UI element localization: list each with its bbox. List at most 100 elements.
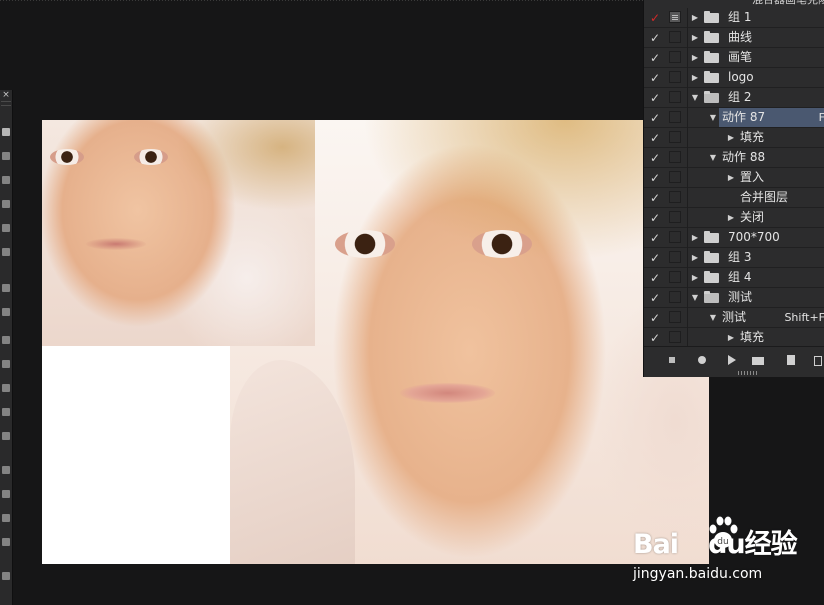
toggle-dialog-icon[interactable] bbox=[669, 91, 681, 103]
action-name-cell[interactable]: 画笔 bbox=[725, 48, 824, 67]
toggle-dialog-icon[interactable] bbox=[669, 251, 681, 263]
action-name-cell[interactable]: 测试 Shift+F bbox=[719, 308, 824, 327]
action-row[interactable]: ✓ ▶ 画笔 bbox=[644, 48, 824, 68]
disclosure-expanded-icon[interactable]: ▼ bbox=[708, 112, 718, 124]
pen-tool-icon[interactable] bbox=[2, 466, 10, 474]
toggle-item-checkmark-icon[interactable]: ✓ bbox=[648, 290, 662, 306]
panel-grip[interactable] bbox=[1, 101, 11, 106]
action-name-cell[interactable]: 关闭 bbox=[737, 208, 824, 227]
action-name-cell[interactable]: 组 4 bbox=[725, 268, 824, 287]
toggle-dialog-icon[interactable] bbox=[669, 151, 681, 163]
disclosure-collapsed-icon[interactable]: ▶ bbox=[726, 172, 736, 184]
disclosure-collapsed-icon[interactable]: ▶ bbox=[690, 32, 700, 44]
action-row[interactable]: ✓ ▶ 关闭 bbox=[644, 208, 824, 228]
toggle-dialog-icon[interactable] bbox=[669, 211, 681, 223]
toggle-item-checkmark-icon[interactable]: ✓ bbox=[648, 30, 662, 46]
action-row[interactable]: ✓ ▼ 动作 87 F bbox=[644, 108, 824, 128]
action-name-cell[interactable]: 动作 87 F bbox=[719, 108, 824, 127]
action-name-cell[interactable]: logo bbox=[725, 68, 824, 87]
resize-grip[interactable] bbox=[738, 371, 758, 375]
action-row[interactable]: ✓ 合并图层 bbox=[644, 188, 824, 208]
document-canvas[interactable] bbox=[42, 120, 709, 564]
blur-tool-icon[interactable] bbox=[2, 432, 10, 440]
disclosure-collapsed-icon[interactable]: ▶ bbox=[690, 52, 700, 64]
toggle-dialog-icon[interactable] bbox=[669, 131, 681, 143]
toggle-item-checkmark-icon[interactable]: ✓ bbox=[648, 10, 662, 26]
disclosure-collapsed-icon[interactable]: ▶ bbox=[690, 232, 700, 244]
stop-icon[interactable] bbox=[665, 353, 679, 367]
trash-icon[interactable] bbox=[811, 353, 824, 367]
gradient-tool-icon[interactable] bbox=[2, 408, 10, 416]
action-row[interactable]: ✓ ▶ 组 3 bbox=[644, 248, 824, 268]
toggle-dialog-icon[interactable] bbox=[669, 311, 681, 323]
brush-tool-icon[interactable] bbox=[2, 308, 10, 316]
action-name-cell[interactable]: 置入 bbox=[737, 168, 824, 187]
disclosure-collapsed-icon[interactable]: ▶ bbox=[690, 12, 700, 24]
toggle-item-checkmark-icon[interactable]: ✓ bbox=[648, 70, 662, 86]
action-row[interactable]: ✓ ▼ 动作 88 bbox=[644, 148, 824, 168]
action-row[interactable]: ✓ ▶ 曲线 bbox=[644, 28, 824, 48]
action-name-cell[interactable]: 动作 88 bbox=[719, 148, 824, 167]
toggle-item-checkmark-icon[interactable]: ✓ bbox=[648, 90, 662, 106]
toggle-item-checkmark-icon[interactable]: ✓ bbox=[648, 230, 662, 246]
action-name-cell[interactable]: 组 1 bbox=[725, 8, 824, 27]
marquee-tool-icon[interactable] bbox=[2, 152, 10, 160]
toggle-item-checkmark-icon[interactable]: ✓ bbox=[648, 130, 662, 146]
history-brush-tool-icon[interactable] bbox=[2, 360, 10, 368]
eraser-tool-icon[interactable] bbox=[2, 384, 10, 392]
move-tool-icon[interactable] bbox=[2, 128, 10, 136]
action-row[interactable]: ✓ ▼ 测试 bbox=[644, 288, 824, 308]
action-name-cell[interactable]: 700*700 bbox=[725, 228, 824, 247]
record-icon[interactable] bbox=[695, 353, 709, 367]
toggle-item-checkmark-icon[interactable]: ✓ bbox=[648, 270, 662, 286]
play-icon[interactable] bbox=[724, 353, 738, 367]
lasso-tool-icon[interactable] bbox=[2, 176, 10, 184]
action-row[interactable]: ✓ ▶ 组 4 bbox=[644, 268, 824, 288]
toggle-item-checkmark-icon[interactable]: ✓ bbox=[648, 50, 662, 66]
healing-brush-tool-icon[interactable] bbox=[2, 284, 10, 292]
toggle-item-checkmark-icon[interactable]: ✓ bbox=[648, 110, 662, 126]
toggle-dialog-icon[interactable] bbox=[669, 171, 681, 183]
toggle-item-checkmark-icon[interactable]: ✓ bbox=[648, 190, 662, 206]
toggle-item-checkmark-icon[interactable]: ✓ bbox=[648, 330, 662, 346]
hand-tool-icon[interactable] bbox=[2, 572, 10, 580]
clone-stamp-tool-icon[interactable] bbox=[2, 336, 10, 344]
action-row[interactable]: ✓ ▼ 组 2 bbox=[644, 88, 824, 108]
action-name-cell[interactable]: 测试 bbox=[725, 288, 824, 307]
disclosure-expanded-icon[interactable]: ▼ bbox=[690, 292, 700, 304]
path-select-tool-icon[interactable] bbox=[2, 514, 10, 522]
disclosure-collapsed-icon[interactable]: ▶ bbox=[726, 132, 736, 144]
action-name-cell[interactable]: 曲线 bbox=[725, 28, 824, 47]
shape-tool-icon[interactable] bbox=[2, 538, 10, 546]
action-row[interactable]: ✓ ▶ logo bbox=[644, 68, 824, 88]
toggle-dialog-icon[interactable] bbox=[669, 11, 681, 23]
toggle-dialog-icon[interactable] bbox=[669, 51, 681, 63]
disclosure-collapsed-icon[interactable]: ▶ bbox=[690, 72, 700, 84]
toggle-item-checkmark-icon[interactable]: ✓ bbox=[648, 210, 662, 226]
toggle-dialog-icon[interactable] bbox=[669, 271, 681, 283]
new-action-icon[interactable] bbox=[784, 353, 798, 367]
toggle-item-checkmark-icon[interactable]: ✓ bbox=[648, 170, 662, 186]
new-set-icon[interactable] bbox=[751, 353, 765, 367]
action-row[interactable]: ✓ ▶ 填充 bbox=[644, 328, 824, 348]
action-row[interactable]: ✓ ▶ 组 1 bbox=[644, 8, 824, 28]
toggle-dialog-icon[interactable] bbox=[669, 291, 681, 303]
toggle-item-checkmark-icon[interactable]: ✓ bbox=[648, 150, 662, 166]
crop-tool-icon[interactable] bbox=[2, 224, 10, 232]
toggle-dialog-icon[interactable] bbox=[669, 71, 681, 83]
toggle-item-checkmark-icon[interactable]: ✓ bbox=[648, 310, 662, 326]
action-name-cell[interactable]: 填充 bbox=[737, 328, 824, 347]
toggle-dialog-icon[interactable] bbox=[669, 111, 681, 123]
action-row[interactable]: ✓ ▶ 置入 bbox=[644, 168, 824, 188]
toggle-item-checkmark-icon[interactable]: ✓ bbox=[648, 250, 662, 266]
action-name-cell[interactable]: 合并图层 bbox=[737, 188, 824, 207]
action-name-cell[interactable]: 填充 bbox=[737, 128, 824, 147]
toggle-dialog-icon[interactable] bbox=[669, 331, 681, 343]
close-icon[interactable]: × bbox=[1, 90, 11, 100]
action-row[interactable]: ✓ ▶ 填充 bbox=[644, 128, 824, 148]
action-row[interactable]: ✓ ▶ 700*700 bbox=[644, 228, 824, 248]
toggle-dialog-icon[interactable] bbox=[669, 231, 681, 243]
type-tool-icon[interactable] bbox=[2, 490, 10, 498]
disclosure-expanded-icon[interactable]: ▼ bbox=[690, 92, 700, 104]
action-row[interactable]: ✓ ▼ 测试 Shift+F bbox=[644, 308, 824, 328]
